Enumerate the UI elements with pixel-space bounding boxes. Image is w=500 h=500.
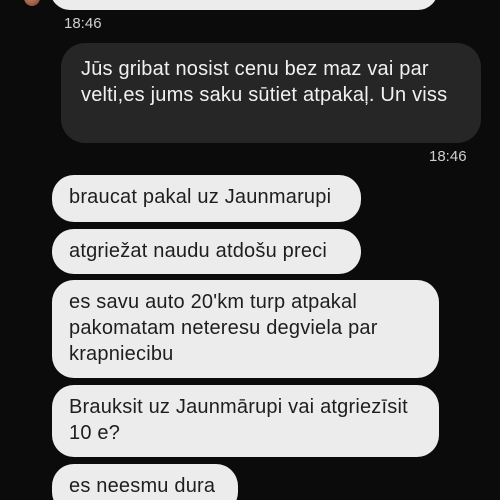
incoming-message-text: Brauksit uz Jaunmārupi vai atgriezīsit 1… <box>69 396 408 444</box>
incoming-message-text: es neesmu dura <box>69 475 216 497</box>
incoming-message-text: braucat pakal uz Jaunmarupi <box>69 186 332 208</box>
incoming-message-bubble-previous[interactable] <box>50 0 438 10</box>
incoming-message-bubble[interactable]: braucat pakal uz Jaunmarupi <box>52 175 361 222</box>
incoming-message-text: atgriežat naudu atdošu preci <box>69 240 327 262</box>
sender-avatar[interactable] <box>24 0 40 6</box>
incoming-message-text: es savu auto 20'km turp atpakal pakomata… <box>69 291 378 365</box>
outgoing-message-bubble[interactable]: Jūs gribat nosist cenu bez maz vai par v… <box>61 43 481 143</box>
outgoing-message-text: Jūs gribat nosist cenu bez maz vai par v… <box>81 58 448 106</box>
message-timestamp: 18:46 <box>64 15 102 32</box>
incoming-message-bubble[interactable]: Brauksit uz Jaunmārupi vai atgriezīsit 1… <box>52 385 439 457</box>
incoming-message-bubble[interactable]: atgriežat naudu atdošu preci <box>52 229 361 274</box>
chat-thread: 18:46 Jūs gribat nosist cenu bez maz vai… <box>0 0 500 500</box>
incoming-message-bubble[interactable]: es savu auto 20'km turp atpakal pakomata… <box>52 280 439 378</box>
message-timestamp: 18:46 <box>429 148 467 165</box>
incoming-message-bubble[interactable]: es neesmu dura <box>52 464 238 500</box>
